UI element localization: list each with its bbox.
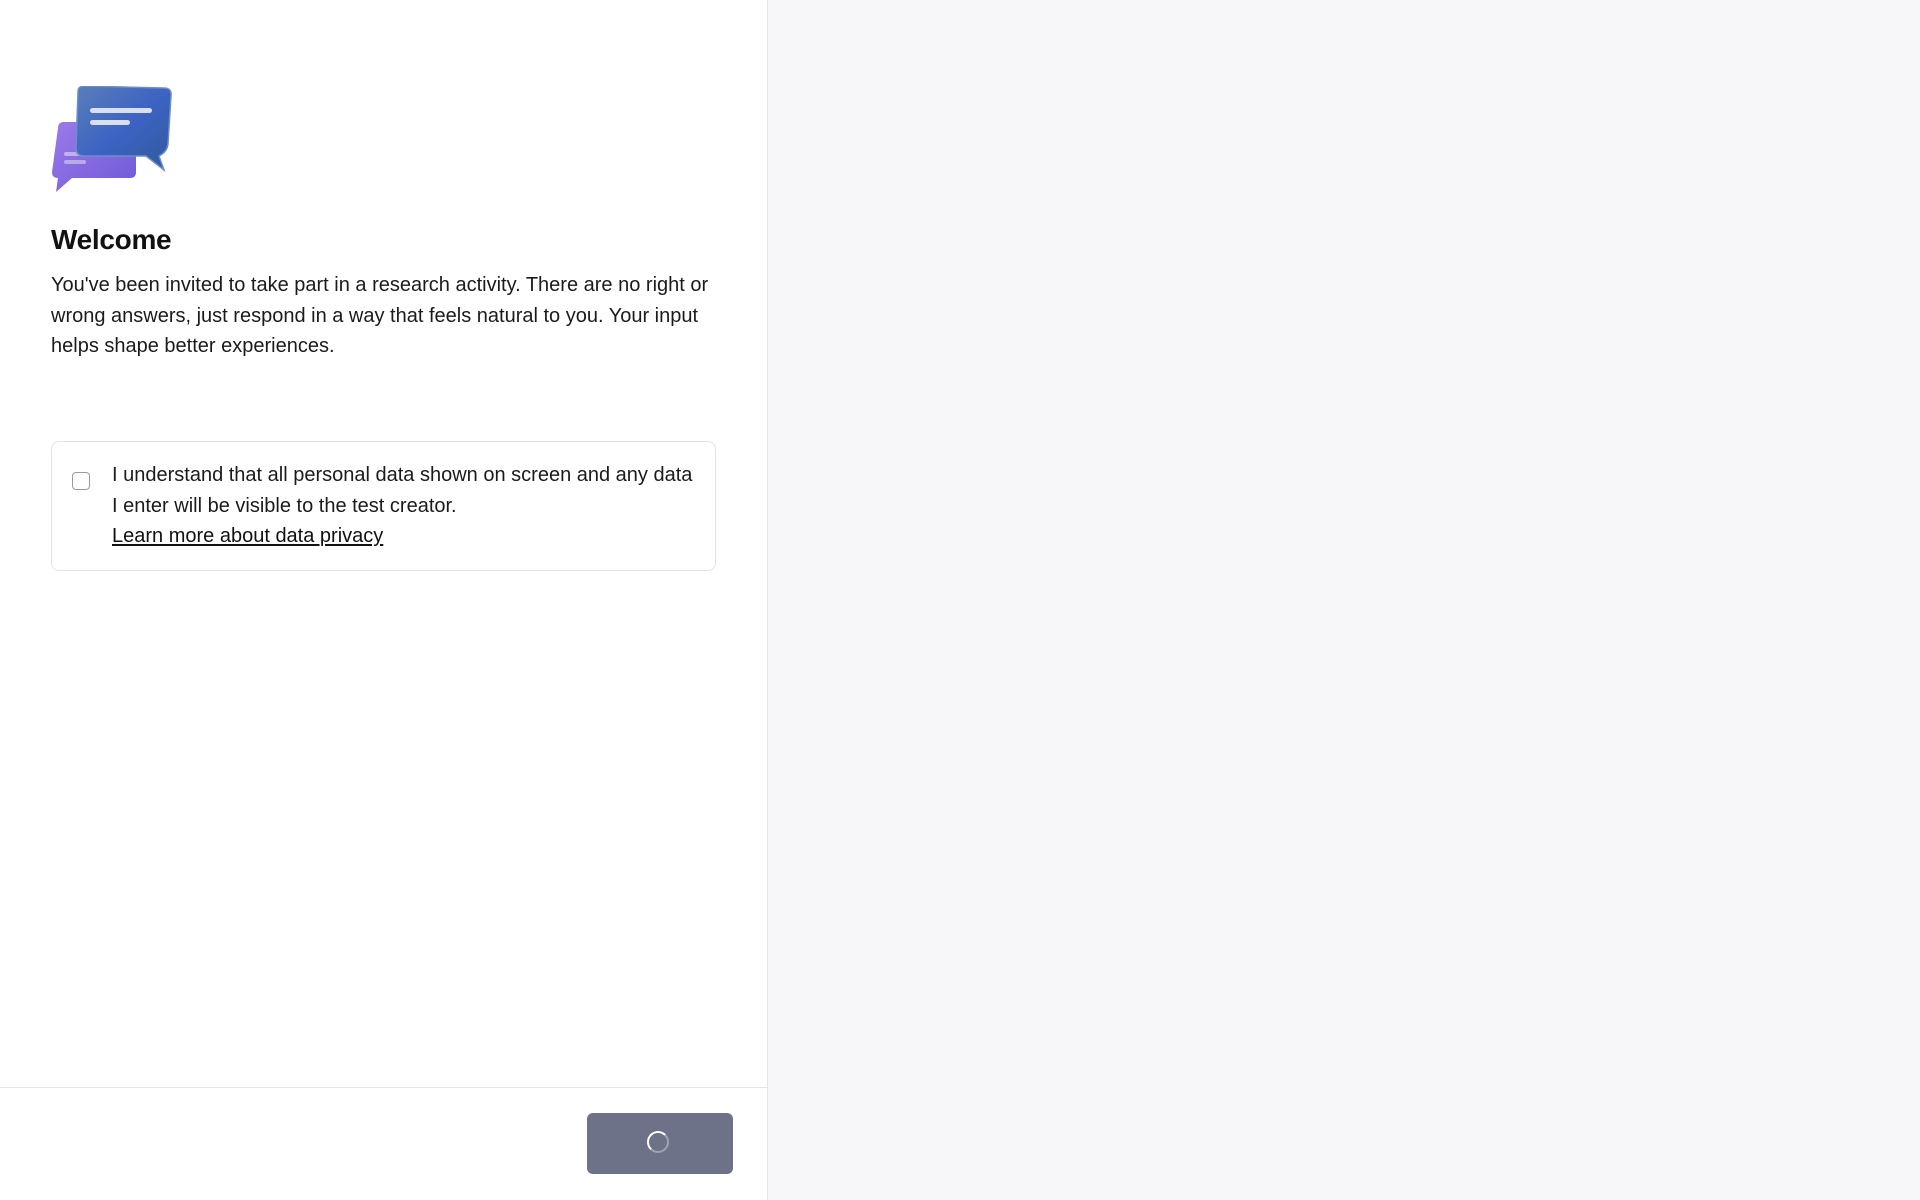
continue-button[interactable] — [587, 1113, 733, 1174]
welcome-description: You've been invited to take part in a re… — [51, 274, 709, 357]
data-consent-card: I understand that all personal data show… — [51, 441, 716, 571]
consent-text-line-1: I understand that all personal data show… — [112, 464, 693, 486]
consent-checkbox[interactable] — [72, 472, 90, 490]
data-privacy-link[interactable]: Learn more about data privacy — [112, 521, 383, 552]
footer-divider — [0, 1087, 767, 1088]
chat-bubbles-icon — [52, 86, 172, 192]
spinner-icon — [647, 1131, 669, 1153]
page-title: Welcome — [51, 224, 172, 255]
preview-area — [768, 0, 1920, 1200]
consent-text-line-2: I enter will be visible to the test crea… — [112, 494, 457, 517]
welcome-panel: Welcome You've been invited to take part… — [0, 0, 768, 1200]
consent-label: I understand that all personal data show… — [112, 460, 707, 552]
